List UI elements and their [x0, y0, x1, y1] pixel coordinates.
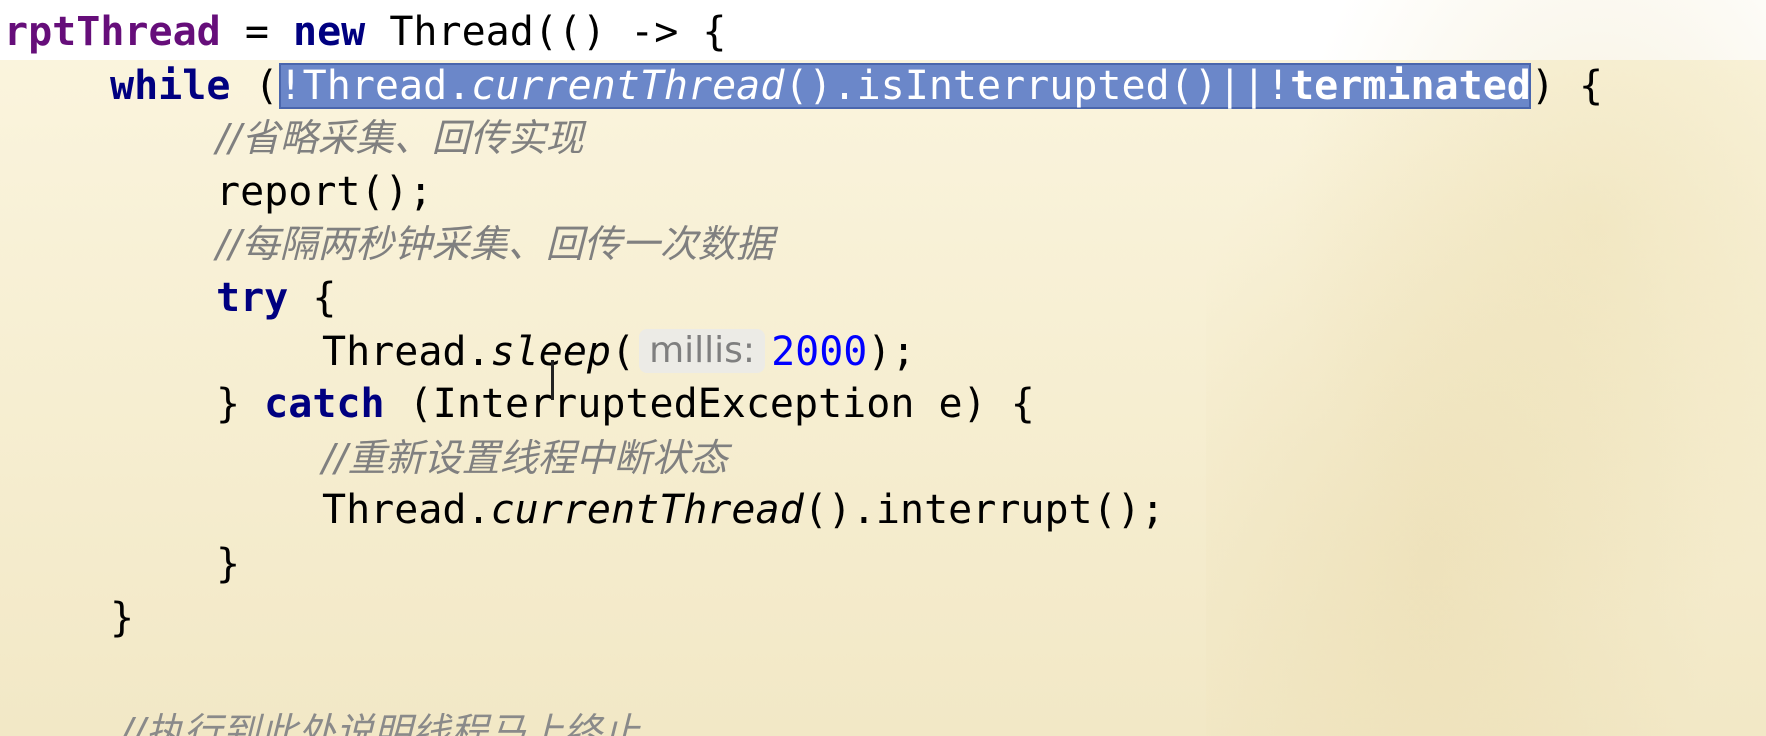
thread-class: Thread. [322, 487, 491, 533]
thread-class: Thread. [322, 329, 491, 375]
keyword-new: new [293, 9, 366, 55]
code-line-5[interactable]: //每隔两秒钟采集、回传一次数据 [216, 214, 774, 274]
code-line-3[interactable]: //省略采集、回传实现 [216, 108, 584, 168]
number-literal: 2000 [771, 329, 868, 375]
code-line-4[interactable]: report(); [216, 162, 433, 222]
close-brace: } [216, 381, 265, 427]
selected-condition[interactable]: !Thread.currentThread().isInterrupted()|… [278, 63, 1531, 109]
while-open-paren: ( [230, 63, 279, 109]
comment-line: //重新设置线程中断状态 [322, 436, 728, 480]
code-line-6[interactable]: try { [216, 268, 336, 328]
code-line-2[interactable]: while (!Thread.currentThread().isInterru… [110, 56, 1603, 116]
close-brace: } [216, 541, 241, 587]
code-editor[interactable]: rptThread = new Thread(() -> { while (!T… [0, 0, 1766, 736]
selected-is-interrupted: ().isInterrupted()||! [784, 63, 1291, 109]
selected-current-thread: currentThread [471, 63, 785, 109]
code-line-1[interactable]: rptThread = new Thread(() -> { [4, 2, 726, 62]
try-brace: { [288, 275, 337, 321]
interrupt-call: ().interrupt(); [803, 487, 1165, 533]
open-paren: ( [611, 329, 636, 375]
keyword-catch: catch [264, 381, 385, 427]
method-current-thread: currentThread [490, 487, 804, 533]
comment-line: //每隔两秒钟采集、回传一次数据 [216, 222, 774, 266]
selected-thread: !Thread. [278, 63, 472, 109]
code-line-8[interactable]: } catch (InterruptedException e) { [216, 374, 1035, 434]
thread-constructor: Thread(() -> { [365, 9, 727, 55]
code-line-13-partial[interactable]: //执行到此处说明线程马上终止 [120, 712, 640, 736]
code-line-10[interactable]: Thread.currentThread().interrupt(); [322, 480, 1165, 540]
code-line-9[interactable]: //重新设置线程中断状态 [322, 428, 728, 488]
code-line-7[interactable]: Thread.sleep(millis: 2000); [322, 322, 916, 382]
text-cursor [551, 360, 554, 400]
comment-line: //执行到此处说明线程马上终止 [120, 710, 640, 736]
while-close: ) { [1530, 63, 1604, 109]
code-line-11[interactable]: } [216, 534, 240, 594]
selected-terminated: terminated [1290, 63, 1531, 109]
code-line-12[interactable]: } [110, 588, 134, 648]
close-brace: } [110, 595, 135, 641]
parameter-hint-millis: millis: [639, 329, 766, 373]
report-call: report(); [216, 169, 433, 215]
statement-end: ); [867, 329, 916, 375]
comment-line: //省略采集、回传实现 [216, 116, 584, 160]
assign-operator: = [220, 9, 293, 55]
keyword-try: try [216, 275, 289, 321]
catch-clause: (InterruptedException e) { [384, 381, 1035, 427]
variable-rptThread: rptThread [4, 9, 221, 55]
keyword-while: while [110, 63, 231, 109]
